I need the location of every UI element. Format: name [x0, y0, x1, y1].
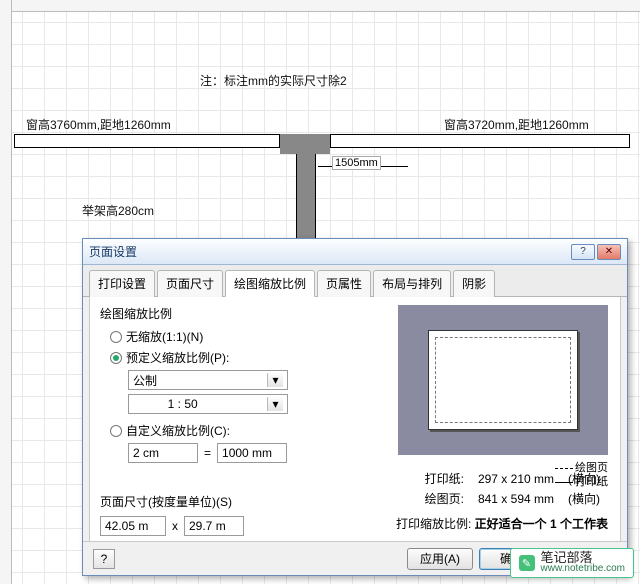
radio-predefined[interactable]	[110, 352, 122, 364]
watermark-url: www.notetribe.com	[541, 563, 625, 574]
tab-shadow[interactable]: 阴影	[453, 270, 495, 297]
preview-box	[398, 305, 608, 455]
custom-left-input[interactable]: 2 cm	[128, 443, 198, 463]
tab-print[interactable]: 打印设置	[89, 270, 155, 297]
radio-no-scale[interactable]	[110, 331, 122, 343]
radio-predefined-label: 预定义缩放比例(P):	[126, 349, 229, 366]
page-size-label: 页面尺寸(按度量单位)(S)	[100, 493, 232, 510]
canvas-label-right: 窗高3720mm,距地1260mm	[444, 116, 589, 133]
pencil-icon: ✎	[519, 555, 535, 571]
page-height-input[interactable]: 29.7 m	[184, 516, 244, 536]
equals-label: =	[204, 446, 211, 460]
custom-right-input[interactable]: 1000 mm	[217, 443, 287, 463]
custom-right-value: 1000 mm	[222, 446, 272, 460]
canvas-note: 注：标注mm的实际尺寸除2	[200, 72, 347, 89]
info-block: 打印纸: 297 x 210 mm (横向) 绘图页: 841 x 594 mm…	[417, 468, 608, 510]
dialog-titlebar[interactable]: 页面设置 ? ✕	[83, 239, 627, 265]
chevron-down-icon: ▾	[267, 397, 283, 411]
tab-layout[interactable]: 布局与排列	[373, 270, 451, 297]
ratio-combo[interactable]: 1 : 50 ▾	[128, 394, 288, 414]
info-page-label: 绘图页:	[419, 490, 470, 508]
preview-area: 绘图页 打印纸	[398, 305, 608, 489]
dimension-1505: 1505mm	[332, 156, 381, 170]
unit-system-combo[interactable]: 公制 ▾	[128, 370, 288, 390]
apply-button[interactable]: 应用(A)	[407, 548, 473, 570]
ruler-top	[0, 0, 640, 12]
page-width-input[interactable]: 42.05 m	[100, 516, 166, 536]
page-x-label: x	[172, 519, 178, 533]
fit-value: 正好适合一个 1 个工作表	[475, 517, 608, 531]
close-button[interactable]: ✕	[597, 244, 621, 260]
tab-props[interactable]: 页属性	[317, 270, 371, 297]
tab-size[interactable]: 页面尺寸	[157, 270, 223, 297]
info-page-orient: (横向)	[562, 490, 606, 508]
fit-label: 打印缩放比例:	[396, 517, 471, 531]
preview-page	[428, 330, 578, 430]
watermark-name: 笔记部落	[541, 552, 625, 563]
wall-left	[14, 134, 280, 148]
unit-system-value: 公制	[133, 372, 157, 389]
ruler-left	[0, 0, 12, 584]
scale-panel: 绘图缩放比例 无缩放(1:1)(N) 预定义缩放比例(P): 公制 ▾ 1 : …	[89, 297, 621, 555]
dialog-title: 页面设置	[89, 243, 571, 260]
info-paper-label: 打印纸:	[419, 470, 470, 488]
radio-custom[interactable]	[110, 425, 122, 437]
help-button[interactable]: ?	[93, 549, 115, 569]
custom-left-value: 2 cm	[133, 446, 159, 460]
help-button-titlebar[interactable]: ?	[571, 244, 595, 260]
info-paper-orient: (横向)	[562, 470, 606, 488]
radio-no-scale-label: 无缩放(1:1)(N)	[126, 328, 203, 345]
fit-row: 打印缩放比例: 正好适合一个 1 个工作表	[396, 515, 608, 532]
page-height-value: 29.7 m	[189, 519, 226, 533]
wall-right	[330, 134, 630, 148]
page-width-value: 42.05 m	[105, 519, 148, 533]
wall-junction	[280, 134, 330, 154]
info-paper-value: 297 x 210 mm	[472, 470, 560, 488]
tab-strip: 打印设置 页面尺寸 绘图缩放比例 页属性 布局与排列 阴影	[83, 265, 627, 297]
chevron-down-icon: ▾	[267, 373, 283, 387]
info-page-value: 841 x 594 mm	[472, 490, 560, 508]
radio-custom-label: 自定义缩放比例(C):	[126, 422, 230, 439]
page-setup-dialog: 页面设置 ? ✕ 打印设置 页面尺寸 绘图缩放比例 页属性 布局与排列 阴影 绘…	[82, 238, 628, 576]
canvas-label-left: 窗高3760mm,距地1260mm	[26, 116, 171, 133]
tab-scale[interactable]: 绘图缩放比例	[225, 270, 315, 297]
ratio-value: 1 : 50	[168, 397, 198, 411]
watermark: ✎ 笔记部落 www.notetribe.com	[510, 548, 634, 578]
canvas-label-bottom: 举架高280cm	[82, 202, 154, 219]
